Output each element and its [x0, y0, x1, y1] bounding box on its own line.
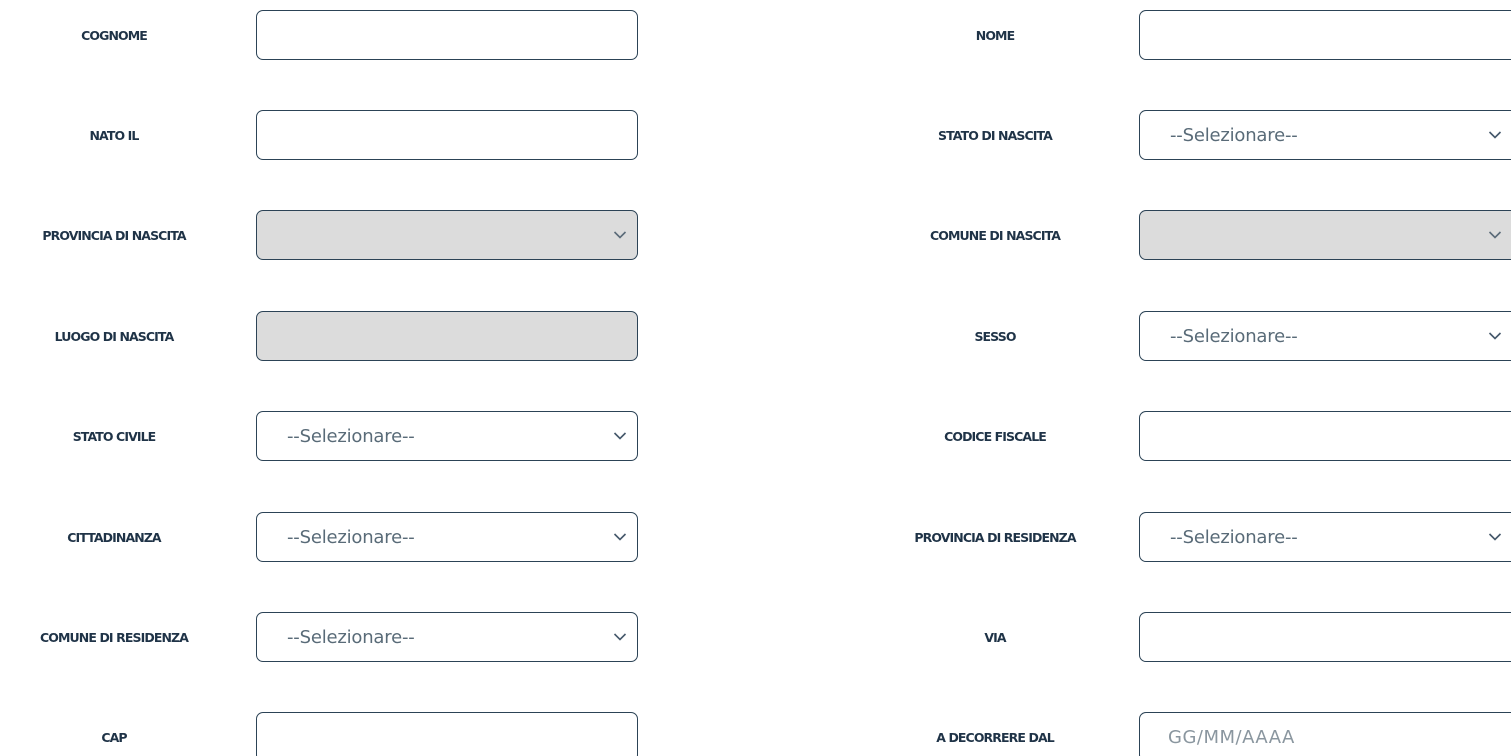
sesso-label: SESSO — [974, 328, 1016, 344]
luogo-di-nascita-input[interactable] — [256, 311, 638, 361]
chevron-down-icon — [613, 429, 627, 443]
cognome-label: COGNOME — [81, 27, 148, 43]
stato-civile-select[interactable]: --Selezionare-- — [256, 411, 638, 461]
cittadinanza-label: CITTADINANZA — [67, 529, 161, 545]
provincia-di-nascita-label: PROVINCIA DI NASCITA — [42, 227, 186, 243]
form-row: COGNOME NOME — [0, 10, 1511, 60]
cittadinanza-value: --Selezionare-- — [287, 526, 415, 548]
anagrafica-form: COGNOME NOME NATO IL STATO DI NASCITA --… — [0, 0, 1511, 756]
a-decorrere-dal-label: A DECORRERE DAL — [936, 729, 1054, 745]
sesso-select[interactable]: --Selezionare-- — [1139, 311, 1511, 361]
nome-label: NOME — [975, 27, 1015, 43]
stato-civile-label: STATO CIVILE — [72, 428, 157, 444]
nome-input[interactable] — [1139, 10, 1511, 60]
comune-di-nascita-label: COMUNE DI NASCITA — [929, 227, 1061, 243]
form-row: LUOGO DI NASCITA SESSO --Selezionare-- — [0, 311, 1511, 361]
provincia-di-residenza-select[interactable]: --Selezionare-- — [1139, 512, 1511, 562]
provincia-di-residenza-value: --Selezionare-- — [1170, 526, 1298, 548]
form-row: NATO IL STATO DI NASCITA --Selezionare-- — [0, 110, 1511, 160]
cap-label: CAP — [101, 729, 127, 745]
chevron-down-icon — [613, 228, 627, 242]
comune-di-residenza-select[interactable]: --Selezionare-- — [256, 612, 638, 662]
provincia-di-nascita-select[interactable] — [256, 210, 638, 260]
comune-di-nascita-select[interactable] — [1139, 210, 1511, 260]
chevron-down-icon — [1488, 228, 1502, 242]
codice-fiscale-input[interactable] — [1139, 411, 1511, 461]
nato-il-label: NATO IL — [89, 127, 140, 143]
form-row: CAP A DECORRERE DAL GG/MM/AAAA — [0, 712, 1511, 756]
a-decorrere-dal-placeholder: GG/MM/AAAA — [1168, 726, 1295, 748]
comune-di-residenza-value: --Selezionare-- — [287, 626, 415, 648]
stato-di-nascita-label: STATO DI NASCITA — [938, 127, 1053, 143]
via-input[interactable] — [1139, 612, 1511, 662]
via-label: VIA — [984, 629, 1006, 645]
nato-il-input[interactable] — [256, 110, 638, 160]
chevron-down-icon — [613, 630, 627, 644]
chevron-down-icon — [613, 530, 627, 544]
form-row: COMUNE DI RESIDENZA --Selezionare-- VIA — [0, 612, 1511, 662]
chevron-down-icon — [1488, 128, 1502, 142]
stato-civile-value: --Selezionare-- — [287, 425, 415, 447]
form-row: CITTADINANZA --Selezionare-- PROVINCIA D… — [0, 512, 1511, 562]
cittadinanza-select[interactable]: --Selezionare-- — [256, 512, 638, 562]
cap-input[interactable] — [256, 712, 638, 756]
luogo-di-nascita-label: LUOGO DI NASCITA — [54, 328, 175, 344]
stato-di-nascita-select[interactable]: --Selezionare-- — [1139, 110, 1511, 160]
form-row: PROVINCIA DI NASCITA COMUNE DI NASCITA — [0, 210, 1511, 260]
comune-di-residenza-label: COMUNE DI RESIDENZA — [40, 629, 189, 645]
chevron-down-icon — [1488, 530, 1502, 544]
codice-fiscale-label: CODICE FISCALE — [944, 428, 1047, 444]
form-row: STATO CIVILE --Selezionare-- CODICE FISC… — [0, 411, 1511, 461]
sesso-value: --Selezionare-- — [1170, 325, 1298, 347]
a-decorrere-dal-input[interactable]: GG/MM/AAAA — [1139, 712, 1511, 756]
cognome-input[interactable] — [256, 10, 638, 60]
provincia-di-residenza-label: PROVINCIA DI RESIDENZA — [914, 529, 1076, 545]
chevron-down-icon — [1488, 329, 1502, 343]
stato-di-nascita-value: --Selezionare-- — [1170, 124, 1298, 146]
